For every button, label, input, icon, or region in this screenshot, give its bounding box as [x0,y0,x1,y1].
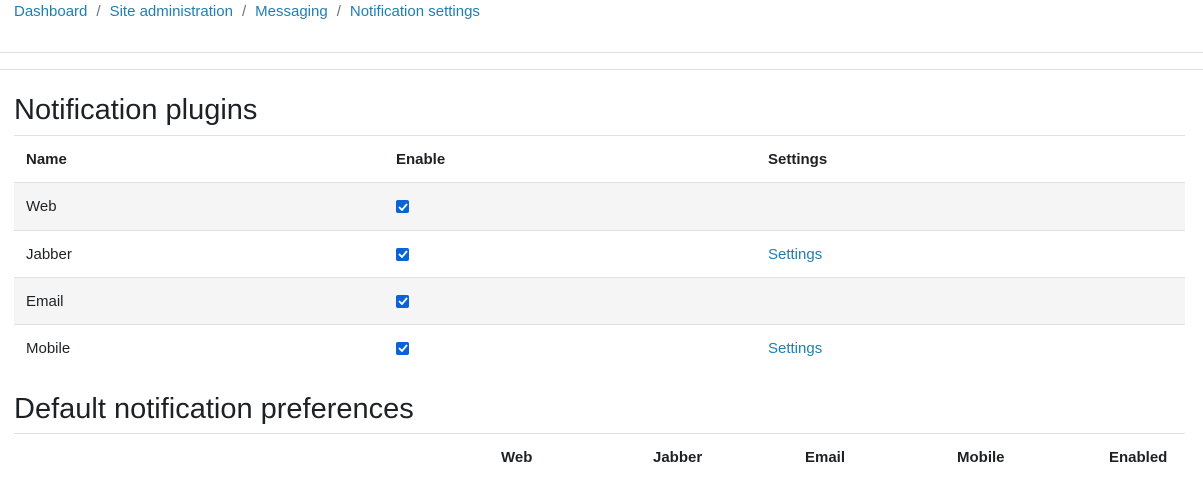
breadcrumb-messaging[interactable]: Messaging [255,3,328,20]
table-row-mobile: Mobile Settings [14,324,1185,371]
column-header-email: Email [805,448,846,466]
content-divider [0,69,1203,70]
notification-plugins-heading: Notification plugins [14,94,258,126]
table-row-web: Web [14,183,1185,230]
notification-plugins-table: Name Enable Settings Web Jabber Settings [14,135,1185,371]
checkmark-icon [397,202,408,211]
table-row-jabber: Jabber Settings [14,230,1185,277]
mobile-settings-link[interactable]: Settings [768,340,822,357]
table-row-email: Email [14,277,1185,324]
plugin-name: Email [26,292,64,310]
enable-checkbox-email[interactable] [396,294,409,308]
breadcrumb-notification-settings[interactable]: Notification settings [350,3,480,20]
column-header-mobile: Mobile [957,448,1005,466]
checkmark-icon [397,344,408,352]
plugin-name: Mobile [26,339,71,357]
preferences-header-row: Web Jabber Email Mobile Enabled [14,434,1185,480]
plugin-name: Web [26,198,57,215]
enable-checkbox-web[interactable] [396,200,409,213]
breadcrumb: Dashboard / Site administration / Messag… [14,1,480,21]
column-header-enabled: Enabled [1109,448,1168,466]
default-preferences-heading: Default notification preferences [14,393,414,425]
breadcrumb-separator: / [96,2,101,20]
enable-checkbox-mobile[interactable] [396,341,409,355]
checkmark-icon [397,250,408,258]
enable-checkbox-jabber[interactable] [396,247,409,261]
jabber-settings-link[interactable]: Settings [768,246,822,263]
header-divider [0,52,1203,53]
table-header-row: Name Enable Settings [14,135,1185,183]
breadcrumb-separator: / [336,2,341,20]
column-header-web: Web [501,448,533,466]
column-header-settings: Settings [768,150,828,168]
breadcrumb-separator: / [241,2,247,20]
column-header-jabber: Jabber [653,448,703,466]
breadcrumb-site-administration[interactable]: Site administration [110,3,233,20]
column-header-enable: Enable [396,150,446,168]
column-header-name: Name [26,150,67,168]
plugin-name: Jabber [26,245,72,263]
checkmark-icon [397,297,408,305]
breadcrumb-dashboard[interactable]: Dashboard [14,3,87,20]
